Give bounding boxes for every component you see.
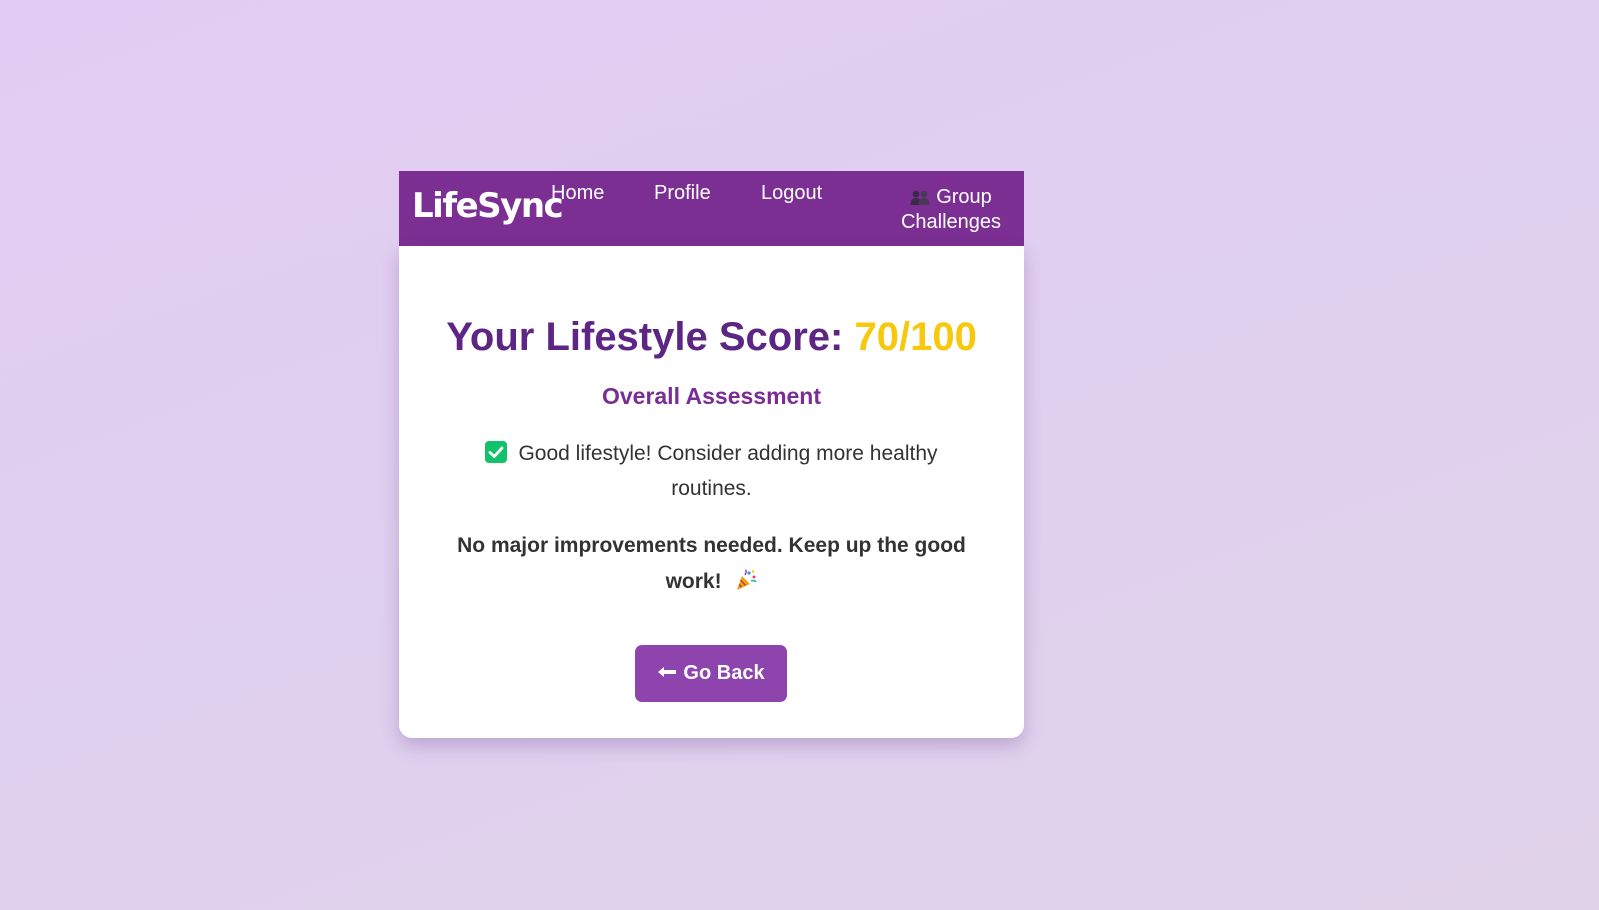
go-back-label: Go Back <box>683 662 765 684</box>
assessment-text: Good lifestyle! Consider adding more hea… <box>518 442 938 500</box>
party-popper-icon <box>735 567 758 603</box>
nav-home-link[interactable]: Home <box>551 182 604 205</box>
go-back-button[interactable]: Go Back <box>635 645 787 702</box>
left-arrow-icon <box>657 662 677 685</box>
improvement-text: No major improvements needed. Keep up th… <box>457 534 966 593</box>
group-challenges-label-line1: Group <box>936 186 992 208</box>
group-challenges-label-line2: Challenges <box>900 211 1002 233</box>
brand-logo[interactable]: LifeSync <box>412 189 564 223</box>
score-card: Your Lifestyle Score: 70/100 Overall Ass… <box>399 246 1024 738</box>
nav-profile-link[interactable]: Profile <box>654 182 711 205</box>
nav-logout-link[interactable]: Logout <box>761 182 822 205</box>
assessment-message: Good lifestyle! Consider adding more hea… <box>459 436 964 506</box>
nav-group-challenges-link[interactable]: Group Challenges <box>892 186 1010 234</box>
top-navbar: LifeSync Home Profile Logout Group Challe… <box>399 171 1024 246</box>
score-value: 70/100 <box>854 315 977 359</box>
score-heading: Your Lifestyle Score: 70/100 <box>399 314 1024 360</box>
check-mark-icon <box>485 441 508 463</box>
score-label: Your Lifestyle Score: <box>446 315 844 359</box>
assessment-heading: Overall Assessment <box>601 383 822 409</box>
busts-in-silhouette-icon <box>910 188 930 211</box>
improvement-message: No major improvements needed. Keep up th… <box>439 528 984 603</box>
